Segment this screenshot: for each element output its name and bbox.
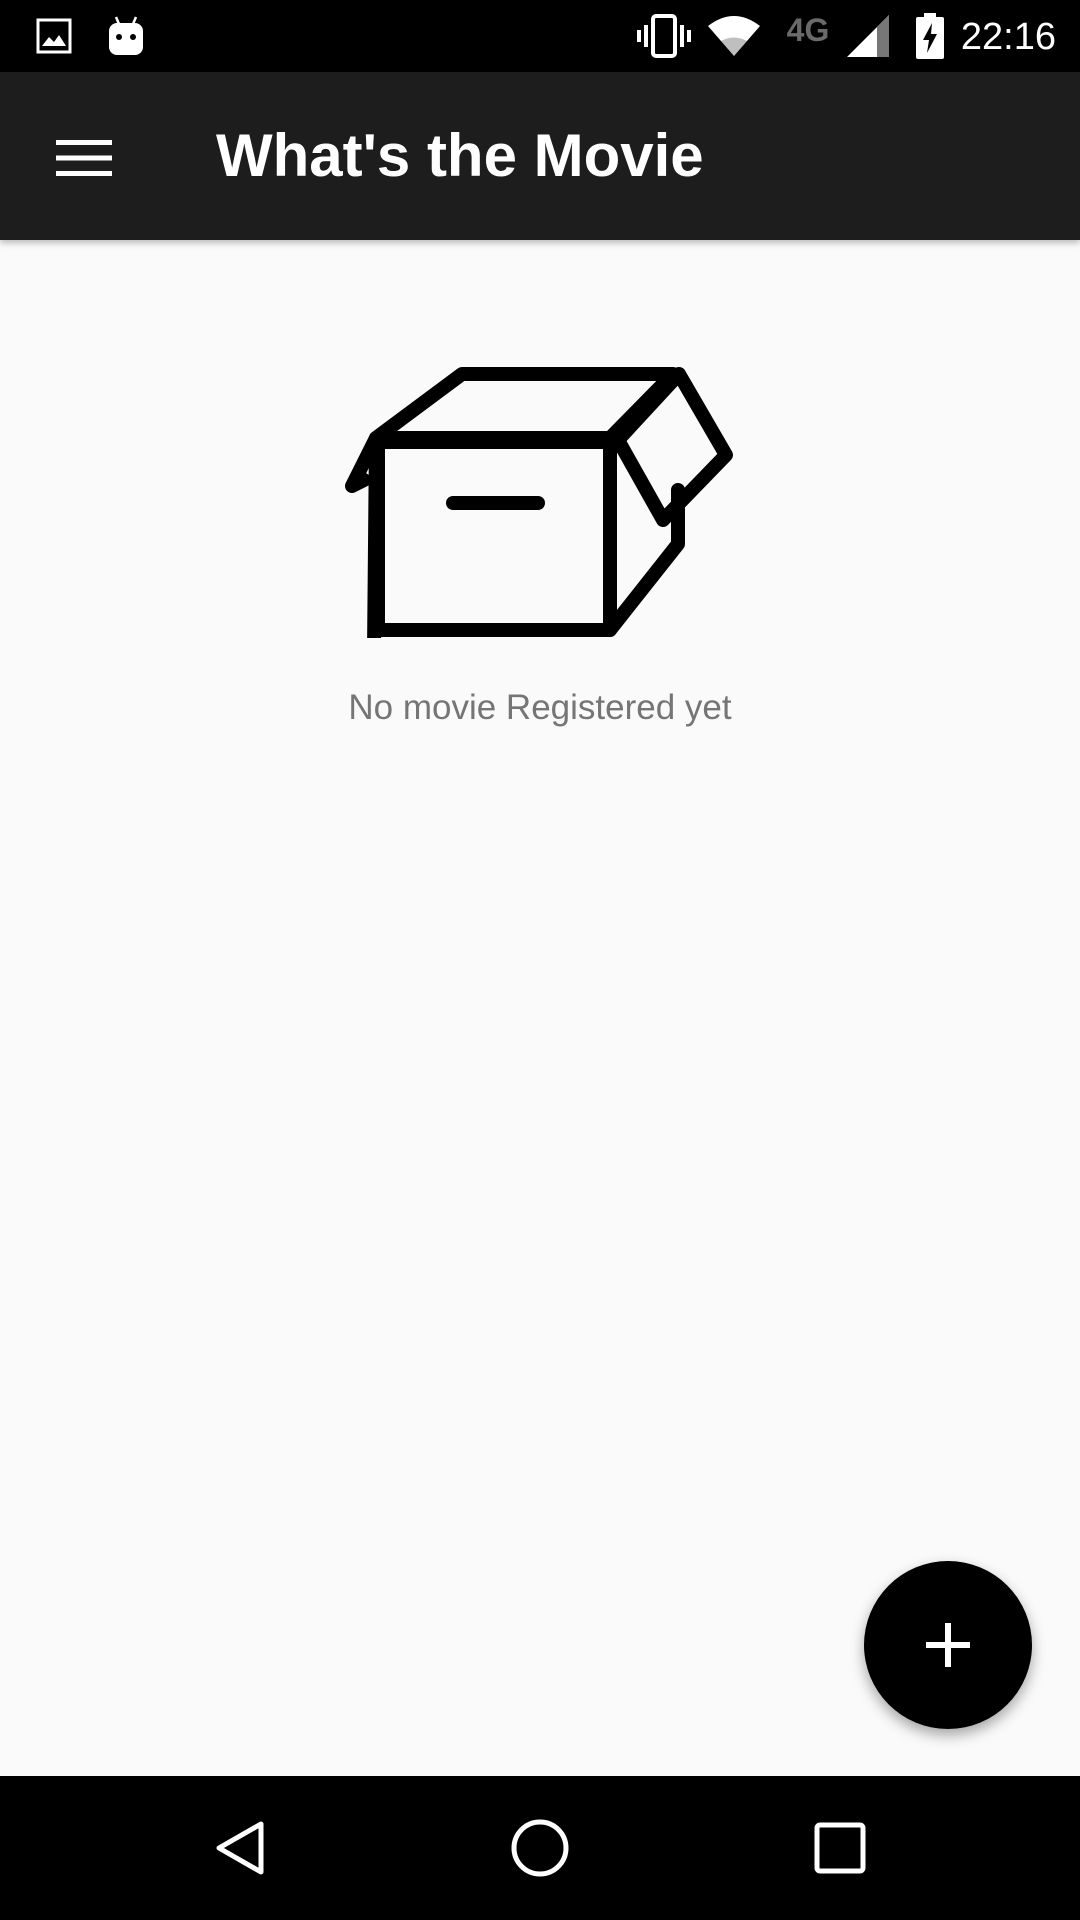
app-bar: What's the Movie	[0, 72, 1080, 240]
android-notification-icon	[106, 0, 146, 72]
status-time: 22:16	[960, 16, 1056, 58]
back-triangle-icon	[216, 1821, 264, 1875]
hamburger-menu-icon	[56, 140, 112, 176]
back-button[interactable]	[161, 1776, 321, 1920]
signal-icon	[844, 0, 892, 72]
network-type-label: 4G	[786, 11, 830, 48]
vibrate-icon	[634, 0, 694, 72]
navigation-bar	[0, 1776, 1080, 1920]
app-title: What's the Movie	[216, 122, 704, 189]
status-bar: 4G 22:16	[0, 0, 1080, 72]
menu-button[interactable]	[28, 102, 140, 214]
plus-icon	[926, 1623, 970, 1667]
wifi-icon	[706, 0, 762, 72]
home-button[interactable]	[460, 1776, 620, 1920]
home-circle-icon	[511, 1819, 569, 1877]
recents-button[interactable]	[760, 1776, 920, 1920]
empty-state: No movie Registered yet	[0, 240, 1080, 1776]
empty-message: No movie Registered yet	[348, 688, 732, 727]
image-notification-icon	[34, 0, 74, 72]
open-box-icon	[345, 367, 733, 638]
add-movie-button[interactable]	[864, 1561, 1032, 1729]
battery-charging-icon	[912, 0, 948, 72]
recents-square-icon	[814, 1822, 866, 1874]
